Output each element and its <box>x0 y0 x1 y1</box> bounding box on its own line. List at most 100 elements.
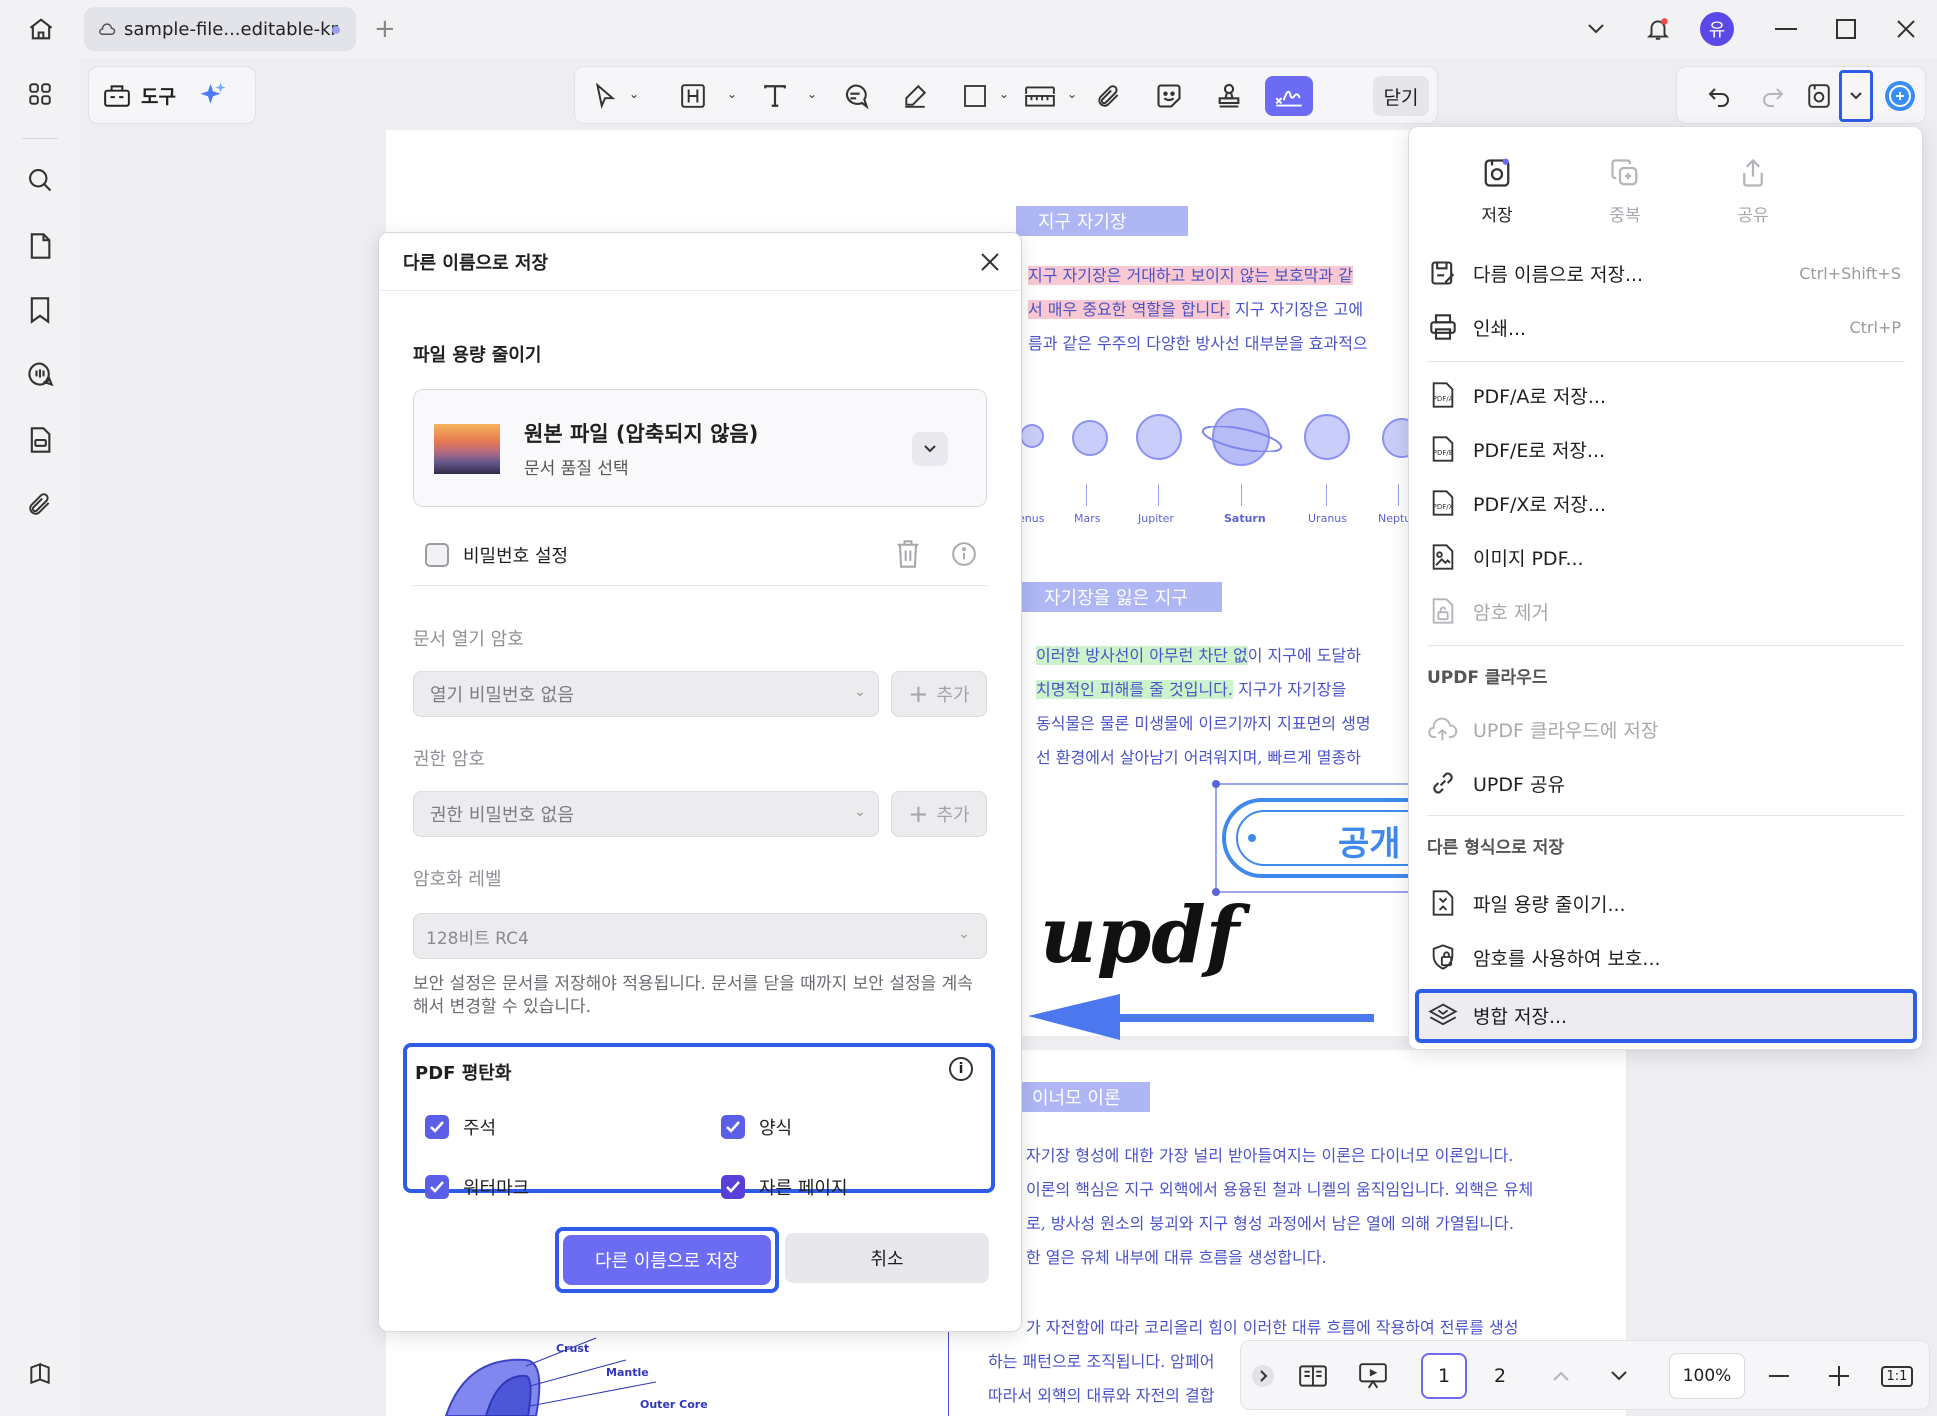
sidebar-apps-button[interactable] <box>20 74 60 114</box>
menu-image-pdf[interactable]: 이미지 PDF... <box>1427 535 1905 579</box>
sidebar-layers-button[interactable] <box>20 1354 60 1394</box>
quality-select[interactable]: 원본 파일 (압축되지 않음) 문서 품질 선택 <box>413 389 987 507</box>
presentation-button[interactable] <box>1353 1353 1393 1399</box>
zoom-out-button[interactable] <box>1761 1353 1797 1399</box>
stamp-tool-button[interactable] <box>1209 76 1249 116</box>
flatten-forms-checkbox[interactable] <box>721 1115 745 1139</box>
chevron-down-icon[interactable]: ⌄ <box>807 87 817 101</box>
tools-label[interactable]: 도구 <box>141 82 176 109</box>
permission-password-add-button[interactable]: + 추가 <box>891 791 987 837</box>
password-checkbox[interactable] <box>425 543 449 567</box>
signature-annotation[interactable]: updf <box>1040 890 1239 981</box>
trash-icon[interactable] <box>895 539 921 569</box>
pager-collapse-button[interactable] <box>1249 1353 1277 1399</box>
menu-print[interactable]: 인쇄... Ctrl+P <box>1427 305 1905 349</box>
page-layout-button[interactable] <box>1293 1353 1333 1399</box>
sticker-tool-button[interactable] <box>1149 76 1189 116</box>
menu-protect-password[interactable]: 암호를 사용하여 보호... <box>1427 935 1905 979</box>
window-close-button[interactable] <box>1886 10 1926 48</box>
open-password-label: 문서 열기 암호 <box>413 629 524 650</box>
pen-tool-button[interactable] <box>895 76 935 116</box>
attach-tool-button[interactable] <box>1089 76 1129 116</box>
menu-share-button[interactable]: 공유 <box>1713 153 1793 226</box>
dialog-close-button[interactable] <box>973 245 1007 279</box>
redo-button[interactable] <box>1755 76 1791 116</box>
save-menu: 저장 중복 공유 다름 이름으로 저장... Ctrl+Shift+S 인쇄..… <box>1408 126 1923 1050</box>
open-password-add-button[interactable]: + 추가 <box>891 671 987 717</box>
sidebar-attachment-doc-button[interactable] <box>20 420 60 460</box>
home-button[interactable] <box>20 12 62 46</box>
maximize-button[interactable] <box>1826 10 1866 48</box>
chevron-down-icon[interactable]: ⌄ <box>727 87 737 101</box>
save-as-button[interactable]: 다른 이름으로 저장 <box>563 1235 771 1285</box>
planet-tick <box>1326 484 1327 506</box>
flatten-crop-pages-checkbox[interactable] <box>721 1175 745 1199</box>
user-avatar-button[interactable]: 유 <box>1698 10 1736 48</box>
chevron-down-icon[interactable]: ⌄ <box>1067 87 1077 101</box>
chevron-up-icon <box>1553 1371 1569 1381</box>
menu-save-pdfa[interactable]: PDF/A PDF/A로 저장... <box>1427 373 1905 417</box>
encryption-level-select[interactable]: 128비트 RC4 ⌄ <box>413 913 987 959</box>
planet-mars <box>1072 420 1108 456</box>
menu-duplicate-button[interactable]: 중복 <box>1585 153 1665 226</box>
sidebar-pages-button[interactable] <box>20 226 60 266</box>
quality-dropdown-button[interactable] <box>912 432 948 466</box>
menu-save-button[interactable]: 저장 <box>1457 153 1537 226</box>
sidebar-comments-button[interactable] <box>20 354 60 394</box>
new-tab-button[interactable]: + <box>374 14 396 44</box>
heading-tool-button[interactable] <box>675 76 711 116</box>
permission-password-label: 권한 암호 <box>413 749 485 770</box>
undo-button[interactable] <box>1701 76 1737 116</box>
save-button[interactable] <box>1801 76 1837 116</box>
flatten-annotations-checkbox[interactable] <box>425 1115 449 1139</box>
diagram-label-mantle: Mantle <box>606 1366 649 1379</box>
check-icon <box>726 1181 740 1193</box>
ai-assistant-button[interactable] <box>1881 76 1919 116</box>
planet-label: Neptu <box>1378 512 1412 525</box>
cancel-button[interactable]: 취소 <box>785 1233 989 1283</box>
info-icon[interactable] <box>951 541 977 567</box>
menu-remove-password[interactable]: 암호 제거 <box>1427 589 1905 633</box>
page-1-button[interactable]: 1 <box>1421 1353 1467 1399</box>
shape-tool-button[interactable] <box>955 76 995 116</box>
actual-size-button[interactable]: 1:1 <box>1877 1353 1917 1399</box>
measure-tool-button[interactable] <box>1015 76 1065 116</box>
chevron-down-icon[interactable]: ⌄ <box>999 87 1009 101</box>
flatten-watermark-checkbox[interactable] <box>425 1175 449 1199</box>
page-2-button[interactable]: 2 <box>1477 1353 1523 1399</box>
comment-tool-button[interactable] <box>835 76 875 116</box>
menu-save-pdfx[interactable]: PDF/X PDF/X로 저장... <box>1427 481 1905 525</box>
doc-text-line: 하는 패턴으로 조직됩니다. 암페어 <box>988 1352 1215 1371</box>
open-password-select[interactable]: 열기 비밀번호 없음 ⌄ <box>413 671 879 717</box>
info-icon[interactable]: i <box>949 1057 973 1081</box>
document-tab[interactable]: sample-file...editable-kr <box>84 7 356 51</box>
chevron-down-icon[interactable]: ⌄ <box>629 87 639 101</box>
ai-sparkle-icon[interactable] <box>198 80 228 110</box>
menu-merge-save[interactable]: 병합 저장... <box>1427 993 1905 1037</box>
previous-page-button[interactable] <box>1543 1353 1579 1399</box>
minimize-button[interactable] <box>1766 10 1806 48</box>
notification-button[interactable] <box>1638 10 1678 48</box>
signature-tool-button[interactable] <box>1265 76 1313 116</box>
flatten-title: PDF 평탄화 <box>415 1063 512 1084</box>
sidebar-search-button[interactable] <box>20 160 60 200</box>
menu-save-pdfe[interactable]: PDF/E PDF/E로 저장... <box>1427 427 1905 471</box>
select-tool-button[interactable] <box>587 76 623 116</box>
menu-save-as[interactable]: 다름 이름으로 저장... Ctrl+Shift+S <box>1427 251 1905 295</box>
menu-save-to-cloud[interactable]: UPDF 클라우드에 저장 <box>1427 707 1905 751</box>
sidebar-bookmark-button[interactable] <box>20 290 60 330</box>
menu-share-updf[interactable]: UPDF 공유 <box>1427 761 1905 805</box>
text-tool-button[interactable] <box>755 76 795 116</box>
menu-group-cloud: UPDF 클라우드 <box>1427 668 1548 688</box>
maximize-icon <box>1836 19 1856 39</box>
menu-reduce-size[interactable]: 파일 용량 줄이기... <box>1427 881 1905 925</box>
zoom-level-field[interactable]: 100% <box>1669 1353 1745 1399</box>
permission-password-select[interactable]: 권한 비밀번호 없음 ⌄ <box>413 791 879 837</box>
planet-tick <box>1086 484 1087 506</box>
tabs-dropdown-button[interactable] <box>1578 10 1614 48</box>
close-tools-button[interactable]: 닫기 <box>1373 76 1429 116</box>
sidebar-attachments-button[interactable] <box>20 484 60 524</box>
next-page-button[interactable] <box>1601 1353 1637 1399</box>
save-dropdown-button[interactable] <box>1839 70 1873 122</box>
zoom-in-button[interactable] <box>1821 1353 1857 1399</box>
